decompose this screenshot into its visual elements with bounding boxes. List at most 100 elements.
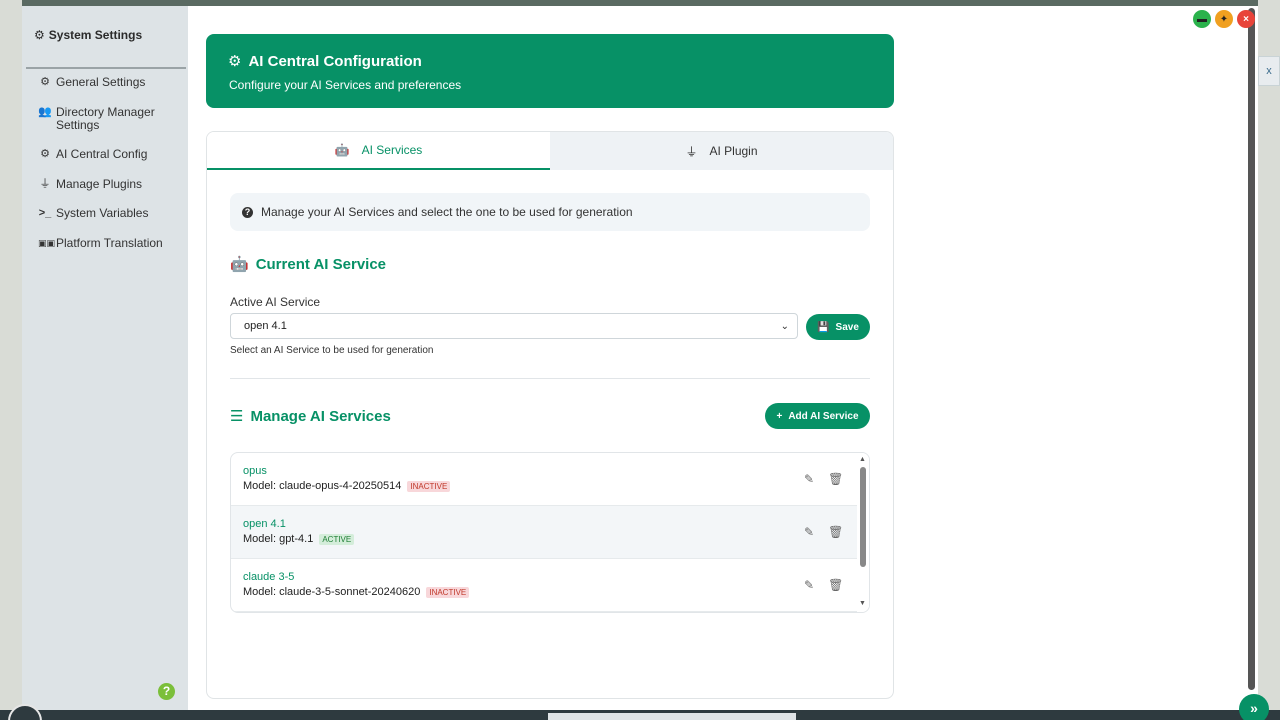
- service-name: claude 3-5: [243, 571, 295, 583]
- edit-icon[interactable]: ✎: [804, 525, 814, 539]
- plus-icon: +: [776, 410, 783, 422]
- tab-label: AI Plugin: [709, 144, 758, 158]
- service-name: opus: [243, 465, 267, 477]
- select-help-text: Select an AI Service to be used for gene…: [230, 345, 434, 356]
- sidebar-item-label: General Settings: [56, 75, 146, 89]
- list-icon: ☰: [230, 408, 244, 425]
- gear-icon: ⚙: [40, 148, 50, 160]
- sidebar-item-ai-central-config[interactable]: ⚙ AI Central Config: [38, 148, 183, 161]
- edit-icon[interactable]: ✎: [804, 578, 814, 592]
- background-left: [0, 0, 22, 720]
- pin-icon: ✦: [1219, 13, 1229, 25]
- users-cog-icon: 👥: [38, 106, 52, 118]
- background-right: [1258, 0, 1280, 720]
- background-tab[interactable]: x: [1258, 56, 1280, 86]
- minimize-button[interactable]: ▬: [1193, 10, 1211, 28]
- ai-services-list: opus Model: claude-opus-4-20250514 INACT…: [230, 452, 870, 613]
- question-circle-icon: ?: [242, 206, 253, 218]
- add-label: Add AI Service: [788, 410, 859, 422]
- sidebar-title: ⚙ System Settings: [34, 28, 142, 42]
- list-item[interactable]: opus Model: claude-opus-4-20250514 INACT…: [231, 453, 857, 506]
- sidebar-item-directory-manager[interactable]: 👥 Directory Manager Settings: [38, 106, 183, 132]
- header-card: ⚙ AI Central Configuration Configure you…: [206, 34, 894, 108]
- list-scroll-thumb[interactable]: [860, 467, 866, 567]
- window-controls: ▬ ✦ ×: [1193, 10, 1255, 28]
- robot-icon: 🤖: [334, 143, 350, 157]
- scroll-down-icon[interactable]: ▼: [859, 600, 866, 607]
- tab-label: AI Services: [361, 143, 423, 157]
- sidebar-divider: [26, 67, 186, 69]
- service-model-text: Model: claude-3-5-sonnet-20240620: [243, 586, 421, 598]
- manage-services-title-text: Manage AI Services: [250, 407, 391, 425]
- scroll-up-icon[interactable]: ▲: [859, 456, 866, 463]
- language-icon: ▣▣: [38, 238, 56, 248]
- forward-icon[interactable]: »: [1239, 694, 1269, 720]
- gear-icon: ⚙: [40, 76, 50, 88]
- terminal-icon: >_: [38, 207, 52, 219]
- list-item[interactable]: open 4.1 Model: gpt-4.1 ACTIVE ✎ 🗑: [231, 506, 857, 559]
- sidebar-item-label: Platform Translation: [56, 236, 163, 250]
- current-service-title-text: Current AI Service: [255, 255, 387, 273]
- row-actions: ✎ 🗑: [804, 578, 843, 592]
- minimize-icon: ▬: [1197, 13, 1207, 25]
- save-icon: 💾: [817, 321, 830, 333]
- service-model: Model: gpt-4.1 ACTIVE: [243, 533, 355, 545]
- sidebar: ⚙ System Settings ⚙ General Settings 👥 D…: [22, 6, 188, 710]
- sidebar-item-label: Directory Manager Settings: [56, 105, 155, 132]
- active-service-label: Active AI Service: [230, 295, 321, 309]
- manage-services-title: ☰ Manage AI Services: [230, 407, 391, 426]
- page-title: ⚙ AI Central Configuration: [228, 52, 422, 71]
- help-icon[interactable]: ?: [158, 683, 175, 700]
- status-badge: INACTIVE: [407, 480, 451, 492]
- sidebar-title-text: System Settings: [48, 28, 143, 42]
- row-actions: ✎ 🗑: [804, 472, 843, 486]
- active-service-select[interactable]: open 4.1 ⌄: [230, 313, 798, 339]
- selected-value: open 4.1: [244, 320, 287, 332]
- status-badge: INACTIVE: [426, 586, 470, 598]
- list-item[interactable]: claude 3-5 Model: claude-3-5-sonnet-2024…: [231, 559, 857, 612]
- current-service-title: 🤖 Current AI Service: [230, 255, 387, 274]
- row-actions: ✎ 🗑: [804, 525, 843, 539]
- sidebar-item-label: Manage Plugins: [56, 177, 143, 191]
- save-button[interactable]: 💾 Save: [806, 314, 870, 340]
- modal-scrollbar[interactable]: [1248, 8, 1255, 690]
- tab-bar: 🤖 AI Services ⏚ AI Plugin: [207, 132, 893, 170]
- ai-config-panel: 🤖 AI Services ⏚ AI Plugin ? Manage your …: [206, 131, 894, 699]
- sidebar-item-platform-translation[interactable]: ▣▣ Platform Translation: [38, 237, 183, 250]
- tab-ai-services[interactable]: 🤖 AI Services: [207, 132, 550, 170]
- info-box: ? Manage your AI Services and select the…: [230, 193, 870, 231]
- page-title-text: AI Central Configuration: [248, 52, 422, 70]
- close-button[interactable]: ×: [1237, 10, 1255, 28]
- sidebar-item-general-settings[interactable]: ⚙ General Settings: [38, 76, 183, 89]
- sidebar-item-label: System Variables: [56, 206, 149, 220]
- service-model: Model: claude-3-5-sonnet-20240620 INACTI…: [243, 586, 470, 598]
- edit-icon[interactable]: ✎: [804, 472, 814, 486]
- plug-icon: ⏚: [685, 144, 698, 159]
- status-badge: ACTIVE: [319, 533, 355, 545]
- pin-button[interactable]: ✦: [1215, 10, 1233, 28]
- taskbar: [0, 710, 1280, 720]
- gears-icon: ⚙: [34, 28, 45, 42]
- add-ai-service-button[interactable]: + Add AI Service: [765, 403, 870, 429]
- save-label: Save: [835, 321, 859, 333]
- page-subtitle: Configure your AI Services and preferenc…: [229, 78, 462, 92]
- chevron-down-icon: ⌄: [780, 320, 789, 332]
- service-model-text: Model: claude-opus-4-20250514: [243, 480, 402, 492]
- tab-ai-plugin[interactable]: ⏚ AI Plugin: [550, 132, 893, 170]
- sidebar-item-label: AI Central Config: [56, 147, 148, 161]
- robot-icon: 🤖: [230, 256, 249, 273]
- section-divider: [230, 378, 870, 379]
- close-icon: ×: [1243, 13, 1249, 25]
- service-model-text: Model: gpt-4.1: [243, 533, 314, 545]
- service-model: Model: claude-opus-4-20250514 INACTIVE: [243, 480, 451, 492]
- sidebar-item-system-variables[interactable]: >_ System Variables: [38, 207, 183, 220]
- trash-icon[interactable]: 🗑: [828, 578, 843, 592]
- sidebar-item-manage-plugins[interactable]: ⏚ Manage Plugins: [38, 178, 183, 191]
- trash-icon[interactable]: 🗑: [828, 472, 843, 486]
- taskbar-field[interactable]: [548, 713, 796, 720]
- gear-icon: ⚙: [228, 53, 242, 70]
- plug-icon: ⏚: [39, 178, 51, 190]
- trash-icon[interactable]: 🗑: [828, 525, 843, 539]
- service-name: open 4.1: [243, 518, 286, 530]
- info-text: Manage your AI Services and select the o…: [261, 205, 633, 219]
